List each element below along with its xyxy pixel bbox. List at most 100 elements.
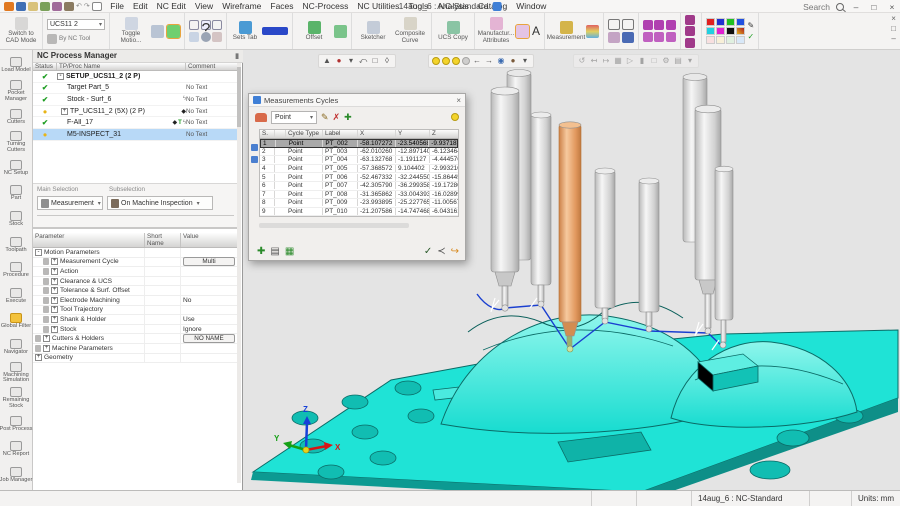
manufacturing-attributes-button[interactable]: Manufactur... Attributes (479, 17, 513, 45)
offset-button[interactable]: Offset (297, 21, 331, 42)
iso-view-icon[interactable]: ◉ (496, 56, 506, 66)
tree-row-target-part[interactable]: ✔ Target Part_5 No Text (33, 83, 238, 95)
sidebar-item-post-process[interactable]: Post Process (0, 411, 33, 437)
sim-stop-icon[interactable]: □ (649, 56, 659, 66)
sidebar-item-nc-report[interactable]: NC Report (0, 437, 33, 463)
menu-nc-utilities[interactable]: NC Utilities (353, 1, 404, 11)
swatch-mixed-icon[interactable] (736, 27, 745, 35)
sim-more-caret-icon[interactable]: ▾ (685, 56, 695, 66)
window-layout-icon[interactable] (92, 2, 102, 11)
cycle-row[interactable]: 9 PointPT_010 -21.207586-14.747468-6.043… (260, 208, 458, 217)
simulate-icon[interactable] (151, 25, 164, 38)
expand-icon[interactable]: + (51, 297, 58, 304)
annotation-icon[interactable] (685, 15, 695, 25)
param-row-stock[interactable]: +Stock Ignore (33, 325, 238, 335)
menu-wireframe[interactable]: Wireframe (218, 1, 266, 11)
insert-cycle-icon[interactable]: ✚ (344, 111, 352, 123)
composite-curve-button[interactable]: Composite Curve (393, 17, 427, 45)
color-picker-icon[interactable]: ✎ (748, 21, 755, 30)
sidebar-item-navigator[interactable]: Navigator (0, 335, 33, 361)
ucs-copy-button[interactable]: UCS Copy (436, 21, 470, 42)
undo-motion-icon[interactable]: ↺ (577, 56, 587, 66)
help-icon[interactable]: ? (201, 20, 211, 30)
sim-play-icon[interactable]: ▷ (625, 56, 635, 66)
label-icon[interactable] (685, 26, 695, 36)
attribute-bulb-icon[interactable] (516, 25, 529, 38)
reject-pick-icon[interactable]: ● (334, 56, 344, 66)
measurement-button[interactable]: Measurement (549, 21, 583, 42)
param-row-electrode-machining[interactable]: +Electrode Machining No (33, 296, 238, 306)
hide-bulb-icon[interactable] (462, 57, 470, 65)
polygon-select-icon[interactable]: ◊ (382, 56, 392, 66)
zoom-selected-icon[interactable] (608, 32, 620, 43)
ucs-dropdown[interactable]: UCS11 2▾ (47, 19, 105, 30)
cycle-visibility-bulb-icon[interactable] (451, 113, 459, 121)
sidebar-item-global-filter[interactable]: Global Filter (0, 309, 33, 335)
param-row-machine-parameters[interactable]: +Machine Parameters (33, 344, 238, 354)
table-view-icon[interactable] (189, 32, 199, 42)
close-button[interactable]: × (886, 2, 898, 12)
sidebar-item-execute[interactable]: Execute (0, 283, 33, 309)
show-all-bulb-icon[interactable] (432, 57, 440, 65)
tree-row-f-all[interactable]: ✔ F-All_17 ◆ T ϟ No Text (33, 117, 238, 129)
tree-row-stock-surf[interactable]: ✔ Stock - Surf_6 ϟ No Text (33, 94, 238, 106)
sim-grid-icon[interactable]: ▦ (613, 56, 623, 66)
expand-icon[interactable]: - (57, 73, 64, 80)
menu-nc-process[interactable]: NC-Process (298, 1, 353, 11)
delete-cycle-icon[interactable]: ✗ (333, 111, 341, 123)
add-point-icon[interactable]: ✚ (257, 246, 265, 257)
sim-settings-icon[interactable]: ⚙ (661, 56, 671, 66)
show-part-bulb-icon[interactable] (442, 57, 450, 65)
expand-icon[interactable]: - (35, 249, 42, 256)
dim-diameter-icon[interactable] (666, 32, 676, 42)
probe-active-orange[interactable] (559, 122, 581, 352)
swatch-magenta-icon[interactable] (716, 27, 725, 35)
solid-verify-icon[interactable] (167, 25, 180, 38)
sidebar-item-toolpath[interactable]: Toolpath (0, 232, 33, 258)
swatch-cyan-icon[interactable] (706, 27, 715, 35)
next-view-icon[interactable]: → (484, 56, 494, 66)
tree-row-m5-inspect[interactable]: ● M5-INSPECT_31 No Text (33, 129, 238, 141)
step-fwd-icon[interactable]: ↦ (601, 56, 611, 66)
step-back-icon[interactable]: ↤ (589, 56, 599, 66)
probe-2[interactable] (531, 112, 551, 307)
info-icon[interactable] (201, 32, 211, 42)
sidebar-item-nc-setup[interactable]: NC Setup (0, 155, 33, 181)
toggle-motion-button[interactable]: Toggle Motio... (114, 17, 148, 45)
text-tool-button[interactable]: A (532, 24, 540, 38)
tree-row-tp-ucs[interactable]: ● +TP_UCS11_2 (5X) (2 P) ◆ No Text (33, 106, 238, 118)
redo-icon[interactable]: ↷ (84, 2, 90, 10)
tree-row-setup[interactable]: ✔ -SETUP_UCS11_2 (2 P) (33, 71, 238, 83)
note-icon[interactable] (685, 38, 695, 48)
dim-vertical-icon[interactable] (654, 20, 664, 30)
sidebar-item-stock[interactable]: Stock (0, 207, 33, 233)
cycle-row[interactable]: 6 PointPT_007 -42.305790-36.299358-19.17… (260, 182, 458, 191)
cycle-row[interactable]: 8 PointPT_009 -23.993895-25.227765-11.00… (260, 199, 458, 208)
sim-list-icon[interactable]: ▤ (673, 56, 683, 66)
swatch-royal-icon[interactable] (736, 18, 745, 26)
sidebar-item-pocket-manager[interactable]: Pocket Manager (0, 79, 33, 105)
view-options-caret-icon[interactable]: ▾ (520, 56, 530, 66)
expand-icon[interactable]: + (51, 268, 58, 275)
subselection-dropdown[interactable]: On Machine Inspection▾ (107, 196, 213, 210)
param-row-shank-holder[interactable]: +Shank & Holder Use (33, 315, 238, 325)
ok-button[interactable]: ✓ (424, 246, 432, 257)
shade-mode-icon[interactable]: ● (508, 56, 518, 66)
dialog-hscrollbar[interactable] (259, 223, 409, 228)
report-icon[interactable] (212, 32, 222, 42)
param-row-geometry[interactable]: +Geometry (33, 354, 238, 364)
print-icon[interactable] (64, 2, 74, 11)
minimize-button[interactable]: – (850, 2, 862, 12)
color-palette[interactable] (706, 18, 745, 44)
cycle-type-dropdown[interactable]: Point▾ (271, 111, 317, 124)
expand-icon[interactable]: + (43, 345, 50, 352)
swatch-pale4-icon[interactable] (736, 36, 745, 44)
expand-icon[interactable]: + (51, 287, 58, 294)
row-tool-icon[interactable] (251, 144, 258, 151)
swatch-red-icon[interactable] (706, 18, 715, 26)
menu-window[interactable]: Window (512, 1, 551, 11)
panel-scrollbar[interactable] (237, 63, 241, 483)
sidebar-item-load-model[interactable]: Load Model (0, 53, 33, 79)
menu-file[interactable]: File (106, 1, 129, 11)
sidebar-item-machining-simulation[interactable]: Machining Simulation (0, 360, 33, 386)
